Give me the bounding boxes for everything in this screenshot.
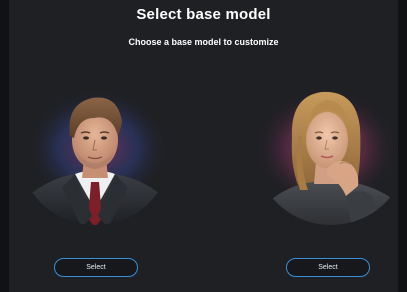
female-model-card[interactable] [256,78,406,228]
page-title: Select base model [136,6,271,23]
select-female-model-button[interactable]: Select [286,258,370,277]
female-avatar-image [256,88,404,225]
male-avatar-image [20,88,170,225]
select-male-model-button[interactable]: Select [54,258,138,277]
male-model-card[interactable] [20,78,170,228]
page-subtitle: Choose a base model to customize [128,37,279,47]
